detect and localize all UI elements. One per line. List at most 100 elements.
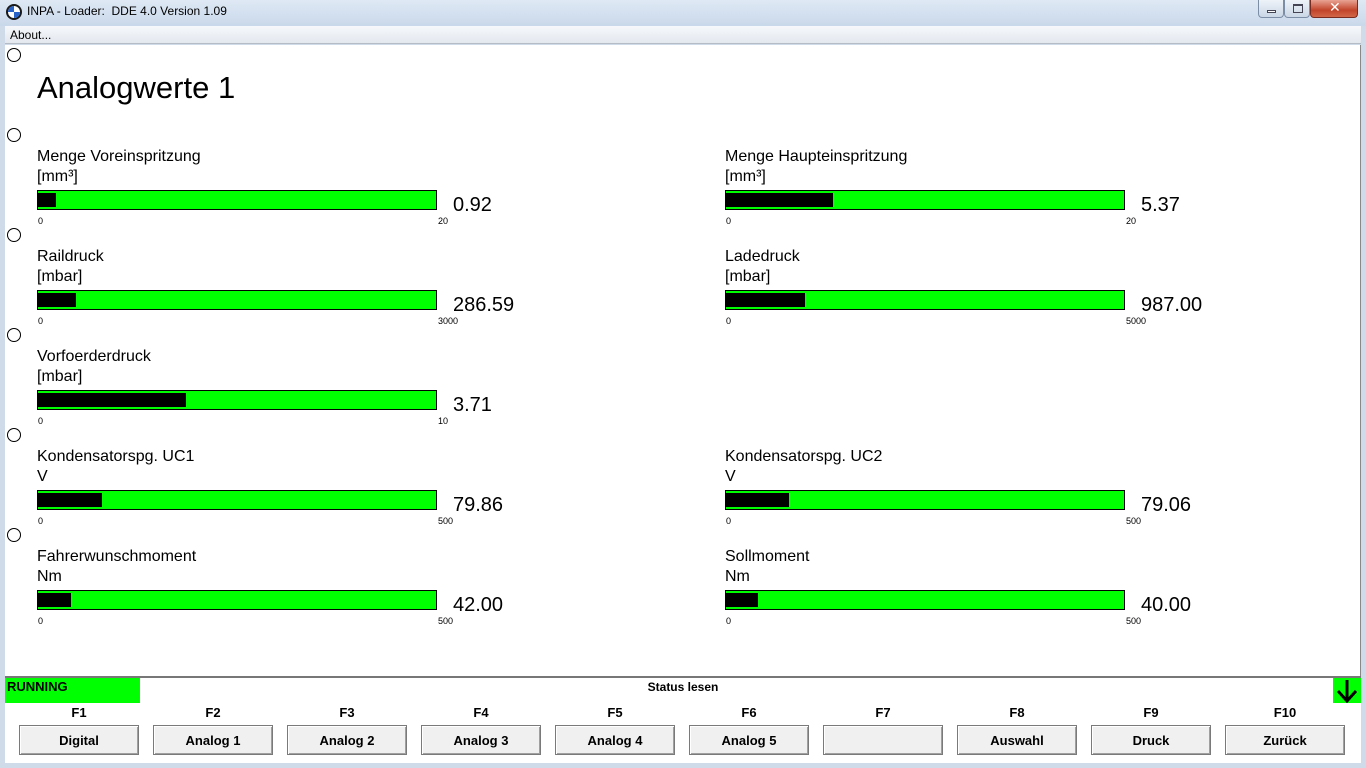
function-key-label: F5 xyxy=(607,705,623,720)
app-window: INPA - Loader: DDE 4.0 Version 1.09 ✕ Ab… xyxy=(0,0,1366,768)
function-key-label: F2 xyxy=(205,705,221,720)
gauge-unit: V xyxy=(37,468,48,485)
gauge-label: Menge Haupteinspritzung xyxy=(725,148,908,165)
function-key-label: F10 xyxy=(1273,705,1297,720)
function-button-f2[interactable]: Analog 1 xyxy=(153,725,273,755)
function-key-label: F7 xyxy=(875,705,891,720)
function-key-f5: F5 Analog 4 xyxy=(554,703,676,761)
gauge-value: 42.00 xyxy=(453,594,504,616)
gauge-min: 0 xyxy=(726,216,732,226)
gauge-fill xyxy=(726,493,789,507)
function-key-label: F1 xyxy=(71,705,87,720)
function-key-f2: F2 Analog 1 xyxy=(152,703,274,761)
gauge: Menge Haupteinspritzung [mm³] 5.37 0 20 xyxy=(725,148,1345,243)
gauge-unit: [mbar] xyxy=(37,268,83,285)
function-key-f4: F4 Analog 3 xyxy=(420,703,542,761)
function-key-label: F3 xyxy=(339,705,355,720)
function-button-f4[interactable]: Analog 3 xyxy=(421,725,541,755)
function-key-f9: F9 Druck xyxy=(1090,703,1212,761)
gauge-max: 20 xyxy=(1126,216,1137,226)
gauge-min: 0 xyxy=(38,516,44,526)
gauge-value: 40.00 xyxy=(1141,594,1192,616)
function-key-f1: F1 Digital xyxy=(18,703,140,761)
circle-marker-icon xyxy=(7,128,21,142)
gauge-max: 10 xyxy=(438,416,449,426)
circle-marker-icon xyxy=(7,528,21,542)
gauge-bar xyxy=(37,490,437,510)
gauge-label: Raildruck xyxy=(37,248,104,265)
gauge-value: 3.71 xyxy=(453,394,492,416)
bmw-logo-icon xyxy=(6,4,22,20)
gauge-value: 79.06 xyxy=(1141,494,1192,516)
gauge-min: 0 xyxy=(38,616,44,626)
gauge: Kondensatorspg. UC1 V 79.86 0 500 xyxy=(37,448,657,543)
gauge-fill xyxy=(726,293,805,307)
function-button-f1[interactable]: Digital xyxy=(19,725,139,755)
maximize-icon xyxy=(1293,4,1303,13)
menu-item-about[interactable]: About... xyxy=(10,28,51,42)
gauge: Menge Voreinspritzung [mm³] 0.92 0 20 xyxy=(37,148,657,243)
gauge-unit: [mbar] xyxy=(725,268,771,285)
gauge-label: Kondensatorspg. UC1 xyxy=(37,448,195,465)
gauge-unit: [mm³] xyxy=(725,168,766,185)
content-area: Analogwerte 1 Menge Voreinspritzung [mm³]… xyxy=(5,45,1361,676)
page-title: Analogwerte 1 xyxy=(37,70,236,105)
gauge-min: 0 xyxy=(38,416,44,426)
gauge-label: Sollmoment xyxy=(725,548,810,565)
function-button-f9[interactable]: Druck xyxy=(1091,725,1211,755)
gauge-fill xyxy=(38,293,76,307)
gauge-bar xyxy=(725,290,1125,310)
gauge-min: 0 xyxy=(726,516,732,526)
function-key-f6: F6 Analog 5 xyxy=(688,703,810,761)
function-key-f3: F3 Analog 2 xyxy=(286,703,408,761)
gauge-min: 0 xyxy=(726,616,732,626)
gauge-unit: Nm xyxy=(725,568,750,585)
gauge-min: 0 xyxy=(38,216,44,226)
gauge: Fahrerwunschmoment Nm 42.00 0 500 xyxy=(37,548,657,643)
gauge-bar xyxy=(725,590,1125,610)
gauge: Kondensatorspg. UC2 V 79.06 0 500 xyxy=(725,448,1345,543)
function-button-f3[interactable]: Analog 2 xyxy=(287,725,407,755)
gauge-max: 5000 xyxy=(1126,316,1147,326)
maximize-button[interactable] xyxy=(1284,0,1310,18)
function-button-f6[interactable]: Analog 5 xyxy=(689,725,809,755)
minimize-icon xyxy=(1267,10,1276,13)
close-button[interactable]: ✕ xyxy=(1310,0,1358,18)
gauge-unit: V xyxy=(725,468,736,485)
function-button-f10[interactable]: Zurück xyxy=(1225,725,1345,755)
circle-marker-icon xyxy=(7,48,21,62)
gauge: Ladedruck [mbar] 987.00 0 5000 xyxy=(725,248,1345,343)
gauge: Vorfoerderdruck [mbar] 3.71 0 10 xyxy=(37,348,657,443)
gauge-value: 79.86 xyxy=(453,494,504,516)
gauge-value: 987.00 xyxy=(1141,294,1203,316)
function-key-label: F8 xyxy=(1009,705,1025,720)
function-button-f8[interactable]: Auswahl xyxy=(957,725,1077,755)
gauge-max: 500 xyxy=(1126,616,1142,626)
status-text: Status lesen xyxy=(647,680,719,694)
title-bar: INPA - Loader: DDE 4.0 Version 1.09 ✕ xyxy=(0,0,1366,26)
gauge-min: 0 xyxy=(38,316,44,326)
gauge-bar xyxy=(725,490,1125,510)
gauge-bar xyxy=(37,590,437,610)
gauge-fill xyxy=(38,493,102,507)
minimize-button[interactable] xyxy=(1258,0,1284,18)
gauge-label: Kondensatorspg. UC2 xyxy=(725,448,883,465)
function-key-f10: F10 Zurück xyxy=(1224,703,1346,761)
circle-marker-icon xyxy=(7,328,21,342)
status-bar: RUNNING Status lesen xyxy=(5,676,1361,704)
circle-marker-icon xyxy=(7,228,21,242)
window-title: INPA - Loader: DDE 4.0 Version 1.09 xyxy=(27,4,227,18)
gauge-bar xyxy=(37,290,437,310)
gauge-label: Vorfoerderdruck xyxy=(37,348,151,365)
gauge-fill xyxy=(726,593,758,607)
function-key-label: F9 xyxy=(1143,705,1159,720)
gauge-fill xyxy=(38,193,56,207)
function-button-f7[interactable] xyxy=(823,725,943,755)
menu-bar: About... xyxy=(5,26,1361,44)
function-button-f5[interactable]: Analog 4 xyxy=(555,725,675,755)
gauge-max: 500 xyxy=(438,516,454,526)
gauge-max: 500 xyxy=(1126,516,1142,526)
gauge-label: Ladedruck xyxy=(725,248,800,265)
gauge-fill xyxy=(38,593,71,607)
gauge-unit: [mm³] xyxy=(37,168,78,185)
